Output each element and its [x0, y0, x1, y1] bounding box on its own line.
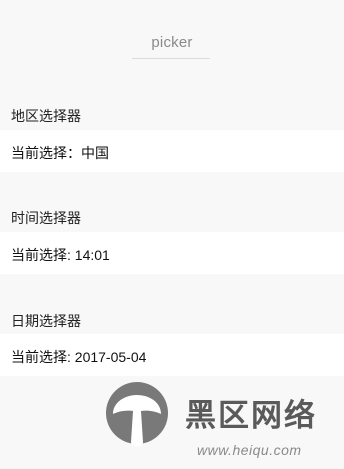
- title-underline: [132, 58, 210, 59]
- date-picker-section-title: 日期选择器: [11, 313, 81, 329]
- time-picker-section-title: 时间选择器: [11, 210, 81, 226]
- watermark-title: 黑区网络: [185, 398, 317, 434]
- picker-page: picker 地区选择器 当前选择：中国 时间选择器 当前选择: 14:01 日…: [0, 0, 344, 469]
- region-picker-section-title: 地区选择器: [11, 108, 81, 124]
- date-picker-row[interactable]: 当前选择: 2017-05-04: [0, 334, 344, 376]
- region-picker-row[interactable]: 当前选择：中国: [0, 130, 344, 172]
- mushroom-logo-icon: [106, 382, 168, 447]
- time-picker-current-value: 当前选择: 14:01: [11, 247, 110, 263]
- date-picker-current-value: 当前选择: 2017-05-04: [11, 349, 147, 365]
- time-picker-row[interactable]: 当前选择: 14:01: [0, 232, 344, 274]
- region-picker-current-value: 当前选择：中国: [11, 145, 109, 161]
- watermark-url: www.heiqu.com: [197, 442, 302, 458]
- page-header: picker: [0, 0, 344, 70]
- watermark-logo: 黑区网络 www.heiqu.com: [105, 380, 344, 469]
- page-title: picker: [151, 34, 193, 51]
